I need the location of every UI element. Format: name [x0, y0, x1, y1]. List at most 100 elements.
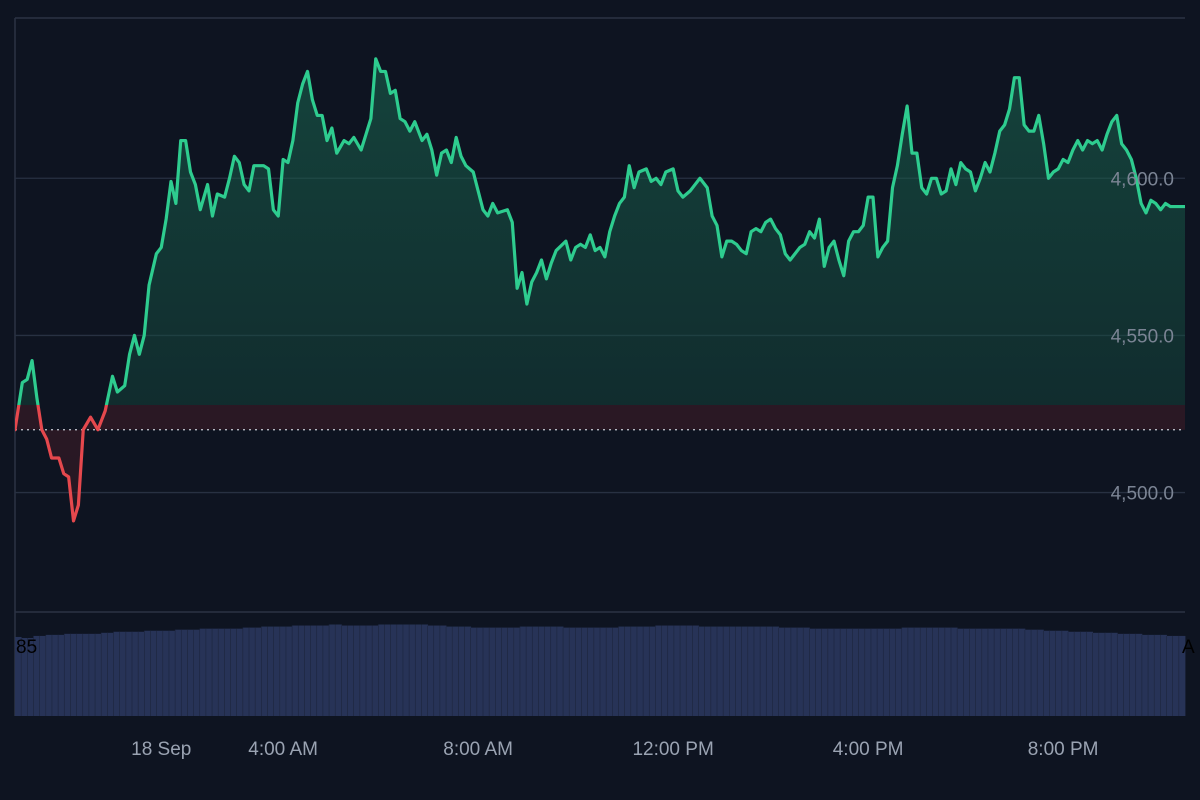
volume-bar [1037, 629, 1044, 716]
volume-bar [729, 626, 736, 716]
volume-bar [495, 627, 502, 716]
volume-bar [353, 625, 361, 716]
volume-bar [156, 630, 164, 716]
volume-bar [926, 627, 933, 716]
volume-bar [1031, 629, 1038, 716]
volume-bar [464, 626, 472, 716]
volume-bar [803, 627, 810, 716]
volume-bar [45, 634, 53, 716]
volume-bar [421, 624, 428, 716]
volume-bar [1166, 635, 1174, 716]
volume-bar [1160, 634, 1167, 716]
volume-bar [975, 628, 983, 716]
volume-bar [64, 633, 71, 716]
volume-bar [292, 625, 299, 716]
volume-bar [205, 628, 213, 716]
volume-bars [15, 624, 1186, 716]
volume-bar [335, 624, 342, 716]
volume-bar [673, 625, 681, 716]
volume-bar [1024, 629, 1032, 716]
volume-bar [212, 628, 219, 716]
volume-bar [1080, 631, 1087, 716]
volume-bar [735, 626, 743, 716]
volume-bar [877, 628, 884, 716]
volume-label-right: A [1182, 637, 1195, 658]
volume-bar [969, 628, 977, 716]
volume-bar [630, 626, 638, 716]
volume-bar [920, 627, 927, 716]
volume-bar [279, 626, 287, 716]
volume-bar [1148, 634, 1155, 716]
volume-bar [1049, 630, 1057, 716]
volume-bar [827, 628, 835, 716]
price-chart[interactable]: 4,500.0 4,550.0 4,600.0 18 Sep 4:00 AM 8:00 … [0, 0, 1200, 800]
volume-bar [304, 625, 311, 716]
volume-bar [230, 628, 238, 716]
volume-bar [446, 626, 453, 716]
volume-bar [692, 625, 699, 716]
x-tick-label: 18 Sep [131, 739, 191, 760]
volume-bar [501, 627, 509, 716]
volume-bar [772, 626, 779, 716]
volume-bar [1012, 628, 1020, 716]
volume-bar [1111, 632, 1118, 716]
volume-bar [113, 631, 121, 716]
volume-bar [101, 632, 108, 716]
volume-bar [193, 629, 201, 716]
volume-bar [907, 627, 915, 716]
volume-bar [88, 633, 96, 716]
volume-bar [790, 627, 798, 716]
volume-bar [513, 627, 521, 716]
volume-bar [507, 627, 515, 716]
volume-bar [359, 625, 367, 716]
volume-bar [784, 627, 792, 716]
volume-bar [883, 628, 890, 716]
volume-bar [70, 633, 77, 716]
volume-bar [987, 628, 995, 716]
volume-bar [384, 624, 392, 716]
volume-bar [138, 631, 145, 716]
volume-bar [1092, 632, 1100, 716]
volume-bar [649, 626, 656, 716]
volume-bar [741, 626, 749, 716]
x-tick-label: 8:00 AM [443, 739, 513, 760]
volume-bar [390, 624, 398, 716]
volume-bar [199, 628, 207, 716]
volume-bar [957, 628, 964, 716]
x-tick-label: 4:00 AM [248, 739, 318, 760]
volume-bar [963, 628, 970, 716]
volume-bar [704, 626, 712, 716]
volume-bar [723, 626, 730, 716]
volume-bar [242, 627, 250, 716]
volume-bar [1123, 633, 1130, 716]
volume-bar [1154, 634, 1161, 716]
volume-bar [181, 629, 188, 716]
volume-bar [347, 625, 355, 716]
volume-bar [285, 626, 293, 716]
volume-bar [760, 626, 767, 716]
volume-bar [643, 626, 650, 716]
volume-bar [901, 627, 909, 716]
volume-bar [372, 625, 379, 716]
volume-bar [261, 626, 268, 716]
volume-bar [944, 627, 952, 716]
volume-bar [821, 628, 829, 716]
x-axis: 18 Sep 4:00 AM 8:00 AM 12:00 PM 4:00 PM 8:00 … [131, 739, 1098, 760]
volume-bar [526, 626, 533, 716]
volume-bar [753, 626, 761, 716]
volume-bar [606, 627, 613, 716]
volume-bar [415, 624, 422, 716]
volume-bar [624, 626, 632, 716]
volume-bar [1129, 633, 1137, 716]
volume-bar [396, 624, 404, 716]
volume-bar [1068, 631, 1075, 716]
volume-bar [470, 627, 478, 716]
volume-bar [1006, 628, 1013, 716]
volume-bar [119, 631, 127, 716]
volume-bar [532, 626, 539, 716]
volume-bar [815, 628, 823, 716]
volume-bar [612, 627, 619, 716]
volume-bar [58, 634, 65, 716]
volume-bar [218, 628, 225, 716]
volume-bar [1055, 630, 1063, 716]
